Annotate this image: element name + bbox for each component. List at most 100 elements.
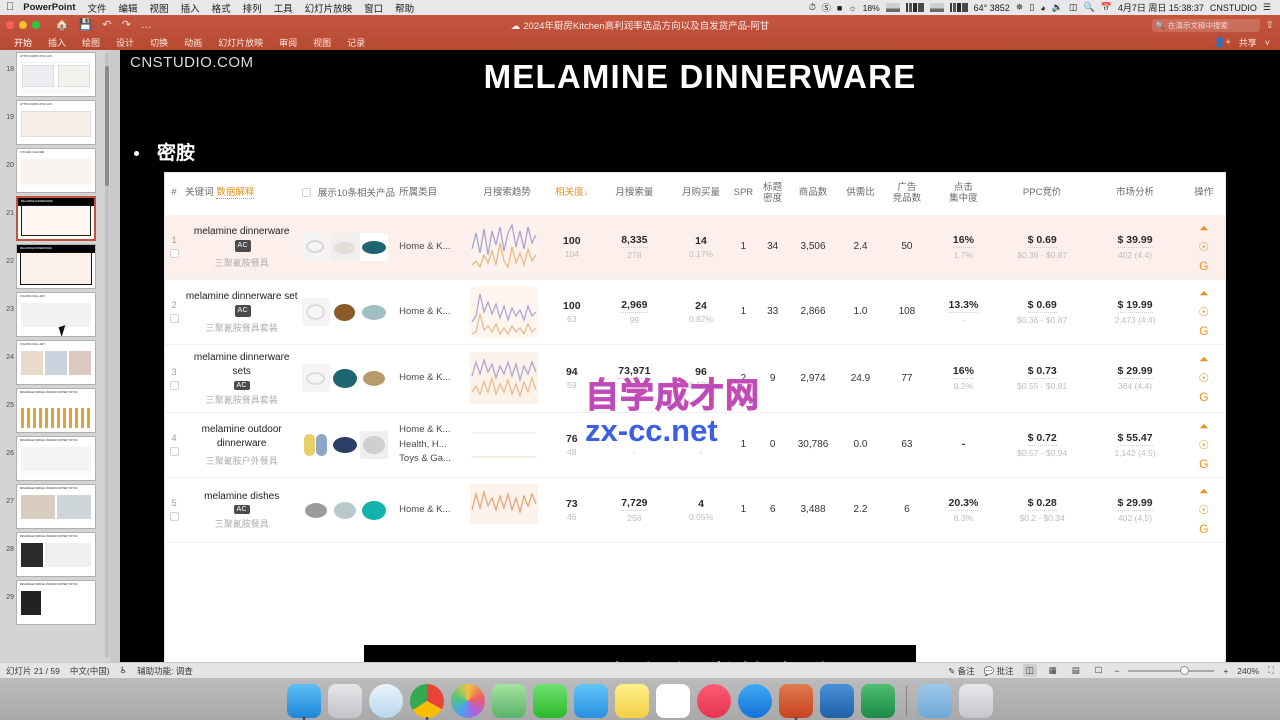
upload-icon[interactable]: ⇧ [1266, 20, 1274, 31]
menu-item-slideshow[interactable]: 幻灯片放映 [299, 1, 359, 15]
menu-item-window[interactable]: 窗口 [358, 1, 389, 15]
table-row[interactable]: 1 melamine dinnerwareAC 三聚氰胺餐具 Home & K.… [165, 214, 1225, 280]
product-image[interactable] [331, 495, 360, 524]
thumbnail-slide[interactable]: HTTPS://WWW.CPSC.GOV [16, 52, 96, 97]
dock-item-photos[interactable] [451, 684, 485, 718]
thumbnail-item-selected[interactable]: 21 MELAMINE DINNERWARE [0, 196, 110, 241]
tab-home[interactable]: 开始 [6, 36, 40, 49]
more-circle-icon[interactable]: ☉ [1198, 372, 1209, 384]
google-icon[interactable]: G [1199, 260, 1208, 272]
col-title-density[interactable]: 标题 密度 [756, 173, 789, 215]
google-icon[interactable]: G [1199, 523, 1208, 535]
product-image[interactable] [302, 430, 331, 459]
accessibility-status[interactable]: 辅助功能: 调查 [137, 665, 193, 677]
search-volume-value[interactable]: 8,335 [621, 234, 648, 248]
dock-item-trash[interactable] [959, 684, 993, 718]
menu-item-arrange[interactable]: 排列 [237, 1, 268, 15]
cpu-graph-icon[interactable] [883, 3, 903, 12]
trend-cell[interactable] [467, 214, 547, 280]
menu-item-view[interactable]: 视图 [144, 1, 175, 15]
bluetooth-icon[interactable]: ✵ [1013, 2, 1027, 13]
product-image[interactable] [360, 364, 389, 393]
product-image[interactable] [331, 297, 360, 326]
search-icon[interactable]: 🔍 [1080, 2, 1097, 13]
product-image[interactable] [302, 364, 331, 393]
row-checkbox[interactable] [169, 249, 179, 259]
view-reading-icon[interactable]: ▤ [1069, 664, 1083, 677]
dock-item-mail[interactable] [574, 684, 608, 718]
dock-item-finder[interactable] [287, 684, 321, 720]
col-supply-demand[interactable]: 供需比 [837, 173, 884, 215]
close-icon[interactable] [6, 21, 14, 29]
product-thumbnails-cell[interactable] [300, 279, 398, 345]
dock-item-chrome[interactable] [410, 684, 444, 720]
dock-item-appstore[interactable] [738, 684, 772, 718]
dock-item-calendar[interactable] [656, 684, 690, 718]
volume-icon[interactable]: 🔉 [1049, 2, 1066, 13]
thumbnail-item[interactable]: 29 BEVERAGE FRIDGE UNDERCOUNTER TIKTOK [0, 580, 110, 625]
col-purchase-volume[interactable]: 月购买量 [671, 173, 731, 215]
col-ppc-bid[interactable]: PPC竞价 [996, 173, 1088, 215]
trend-cell[interactable] [467, 279, 547, 345]
menu-item-help[interactable]: 帮助 [389, 1, 420, 15]
user-account-status[interactable]: CNSTUDIO [1207, 3, 1260, 13]
thumbnail-item[interactable]: 23 PICASSO WALL ART [0, 292, 110, 337]
table-row[interactable]: 3 melamine dinnerware sets AC 三聚氰胺餐具套装 H… [165, 344, 1225, 413]
thumbnail-item[interactable]: 27 BEVERAGE FRIDGE UNDERCOUNTER TIKTOK [0, 484, 110, 529]
menu-item-insert[interactable]: 插入 [175, 1, 206, 15]
dock-item-maps[interactable] [492, 684, 526, 718]
chart-bar-icon[interactable]: ⏶ [1199, 222, 1209, 234]
chart-bar-icon[interactable]: ⏶ [1199, 485, 1209, 497]
menu-item-format[interactable]: 格式 [206, 1, 237, 15]
search-volume-value[interactable]: 73,971 [618, 365, 651, 380]
product-image[interactable] [331, 430, 360, 459]
keyword-cell[interactable]: melamine dinnerware set AC 三聚氰胺餐具套装 [183, 279, 301, 345]
share-person-icon[interactable]: 👤+ [1214, 37, 1230, 48]
search-box[interactable]: 🔍 在演示文稿中搜索 [1151, 18, 1260, 32]
tab-design[interactable]: 设计 [108, 36, 142, 49]
chart-bar-icon[interactable]: ⏶ [1199, 420, 1209, 432]
google-icon[interactable]: G [1199, 458, 1208, 470]
product-image[interactable] [331, 364, 360, 393]
zoom-slider-handle[interactable] [1180, 665, 1190, 675]
thumbnail-item[interactable]: 22 MELAMINE DINNERWARE [0, 244, 110, 289]
thumbnail-slide[interactable]: MELAMINE DINNERWARE [16, 244, 96, 289]
more-circle-icon[interactable]: ☉ [1198, 241, 1209, 253]
row-checkbox[interactable] [169, 314, 179, 324]
menu-item-edit[interactable]: 编辑 [113, 1, 144, 15]
battery-percent[interactable]: 18% [860, 3, 883, 13]
keyword-cell[interactable]: melamine outdoor dinnerware 三聚氰胺户外餐具 [183, 412, 301, 478]
more-icon[interactable]: … [141, 19, 152, 31]
home-icon[interactable]: 🏠 [55, 19, 69, 31]
control-center-icon[interactable]: ◫ [1066, 2, 1081, 13]
trend-cell[interactable] [467, 477, 547, 543]
fit-slide-icon[interactable]: ⛶ [1268, 665, 1274, 676]
thumbnail-item[interactable]: 25 BEVERAGE FRIDGE UNDERCOUNTER TIKTOK [0, 388, 110, 433]
table-row[interactable]: 2 melamine dinnerware setAC 三聚氰胺餐具套装 Hom… [165, 279, 1225, 345]
google-icon[interactable]: G [1199, 325, 1208, 337]
tab-transitions[interactable]: 切换 [142, 36, 176, 49]
google-icon[interactable]: G [1199, 391, 1208, 403]
col-market-analysis[interactable]: 市场分析 [1087, 173, 1183, 215]
tab-insert[interactable]: 插入 [40, 36, 74, 49]
calendar-icon[interactable]: 📅 [1098, 2, 1115, 13]
clock-status-icon[interactable]: ⏱ [806, 2, 819, 13]
dock-item-excel[interactable] [861, 684, 895, 718]
brightness-icon[interactable]: ☼ [845, 3, 859, 13]
tab-view[interactable]: 视图 [305, 36, 339, 49]
product-image[interactable] [360, 297, 389, 326]
category-cell[interactable]: Home & K... [397, 344, 468, 413]
zoom-out-button[interactable]: − [1114, 666, 1119, 676]
product-thumbnails-cell[interactable] [300, 214, 398, 280]
view-sorter-icon[interactable]: ▦ [1046, 664, 1060, 677]
maximize-icon[interactable] [32, 21, 40, 29]
tab-slideshow[interactable]: 幻灯片放映 [210, 36, 271, 49]
dock-item-music[interactable] [697, 684, 731, 718]
thumbnail-slide[interactable]: BEVERAGE FRIDGE UNDERCOUNTER TIKTOK [16, 484, 96, 529]
slide-bullet[interactable]: 密胺 [134, 138, 195, 165]
col-relevance[interactable]: 相关度↓ [546, 173, 598, 215]
chart-bar-icon[interactable]: ⏶ [1199, 353, 1209, 365]
product-image[interactable] [331, 232, 360, 261]
redo-icon[interactable]: ↷ [122, 19, 131, 31]
product-image[interactable] [360, 430, 389, 459]
